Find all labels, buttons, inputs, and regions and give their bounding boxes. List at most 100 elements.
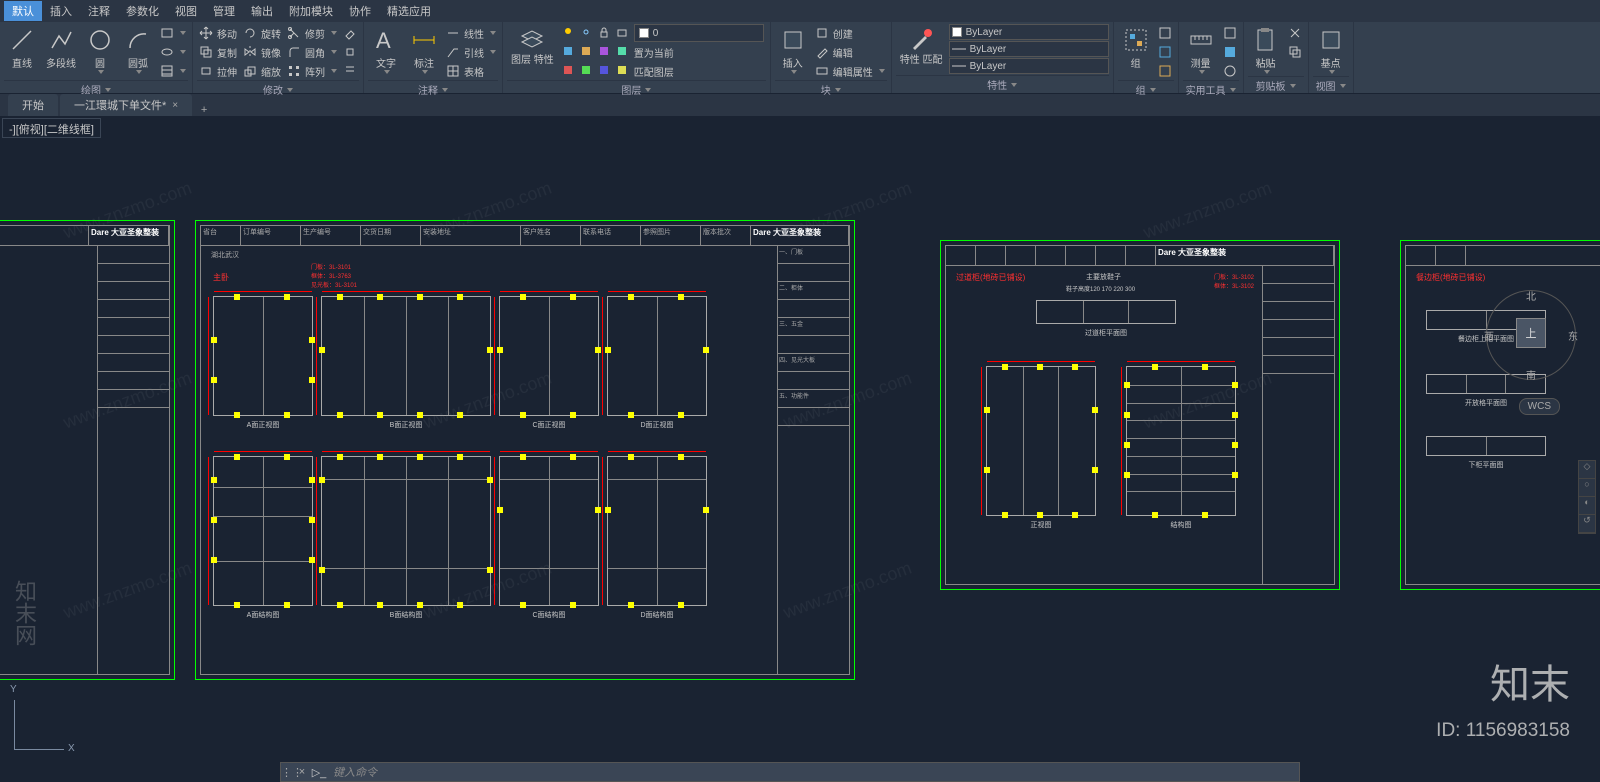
tool-fillet[interactable]: 圆角 [285,43,339,61]
tool-trim[interactable]: 修剪 [285,24,339,42]
layer-t2-icon[interactable] [580,45,594,59]
tool-arc[interactable]: 圆弧 [120,24,156,76]
menu-view[interactable]: 视图 [167,1,205,21]
layer-tools-row: 置为当前 [560,43,766,61]
menu-annotate[interactable]: 注释 [80,1,118,21]
lock-icon[interactable] [598,26,612,40]
tool-array[interactable]: 阵列 [285,62,339,80]
bulb-icon[interactable] [562,26,576,40]
edit-icon [815,45,829,59]
drawing-canvas[interactable]: Dare 大亚圣象整装 省台 订单编号 生产编号 交货日期 安装地址 客户姓名 … [0,140,1600,760]
tool-dim[interactable]: 标注 [406,24,442,76]
tool-table[interactable]: 表格 [444,62,498,80]
layer-match-row: 匹配图层 [560,62,766,80]
group-t3[interactable] [1156,62,1174,80]
linear-icon [446,26,460,40]
sun-icon[interactable] [580,26,594,40]
tool-paste[interactable]: 粘贴 [1248,24,1284,76]
lineweight-dropdown[interactable]: ByLayer [949,41,1109,57]
tool-edit-block[interactable]: 编辑 [813,43,887,61]
menu-manage[interactable]: 管理 [205,1,243,21]
tool-linear[interactable]: 线性 [444,24,498,42]
tool-rect[interactable] [158,24,188,42]
tool-insert-block[interactable]: 插入 [775,24,811,76]
menu-output[interactable]: 输出 [243,1,281,21]
tool-layer-props[interactable]: 图层 特性 [507,24,558,68]
layer-m4-icon[interactable] [616,64,630,78]
tool-hatch[interactable] [158,62,188,80]
util-t2[interactable] [1221,43,1239,61]
tool-scale[interactable]: 缩放 [241,62,283,80]
view-cube[interactable]: 上 北 南 东 西 [1486,290,1576,380]
command-input[interactable]: 键入命令 [329,764,1299,780]
tool-copy[interactable]: 复制 [197,43,239,61]
wcs-button[interactable]: WCS [1519,398,1560,415]
group-t2[interactable] [1156,43,1174,61]
close-icon[interactable]: × [172,100,178,111]
menu-featured[interactable]: 精选应用 [379,1,439,21]
color-dropdown[interactable]: ByLayer [949,24,1109,40]
util-t1[interactable] [1221,24,1239,42]
clip-cut[interactable] [1286,24,1304,42]
tool-polyline[interactable]: 多段线 [42,24,80,72]
tool-line[interactable]: 直线 [4,24,40,72]
tool-offset[interactable] [341,62,359,80]
match-layer[interactable]: 匹配图层 [634,64,674,79]
tab-doc[interactable]: 一江環城下单文件*× [60,94,192,116]
tool-move[interactable]: 移动 [197,24,239,42]
layer-t4-icon[interactable] [616,45,630,59]
grip-icon[interactable]: ⋮⋮ [281,766,295,779]
close-cmd-icon[interactable]: × [295,766,309,778]
nav-zoom[interactable]: ○ [1579,479,1595,497]
util-t3[interactable] [1221,62,1239,80]
ribbon: 直线 多段线 圆 圆弧 绘图 移动 [0,22,1600,94]
menu-insert[interactable]: 插入 [42,1,80,21]
layers-icon [518,26,546,54]
menu-parametric[interactable]: 参数化 [118,1,167,21]
cabinet-c-struct [499,456,599,606]
make-current[interactable]: 置为当前 [634,45,674,60]
g3-icon [1158,64,1172,78]
nav-pan[interactable]: ◇ [1579,461,1595,479]
tool-rotate[interactable]: 旋转 [241,24,283,42]
viewport-label[interactable]: -][俯视][二维线框] [2,118,101,138]
menu-collab[interactable]: 协作 [341,1,379,21]
tool-leader[interactable]: 引线 [444,43,498,61]
plot-icon[interactable] [616,26,630,40]
tool-explode[interactable] [341,43,359,61]
g1-icon [1158,26,1172,40]
fillet-icon [287,45,301,59]
layer-dropdown[interactable]: 0 [634,24,764,42]
command-line[interactable]: ⋮⋮ × ▷_ 键入命令 [280,762,1300,782]
tool-create-block[interactable]: 创建 [813,24,887,42]
tool-match-props[interactable]: 特性 匹配 [896,24,947,68]
tool-measure[interactable]: 测量 [1183,24,1219,76]
layer-m3-icon[interactable] [598,64,612,78]
menu-addons[interactable]: 附加模块 [281,1,341,21]
nav-orbit[interactable]: ◐ [1579,497,1595,515]
menu-default[interactable]: 默认 [4,1,42,21]
clip-copy[interactable] [1286,43,1304,61]
panel-annotate: A 文字 标注 线性 引线 表格 注释 [364,22,503,93]
panel-draw: 直线 多段线 圆 圆弧 绘图 [0,22,193,93]
group-t1[interactable] [1156,24,1174,42]
paste-icon [1252,26,1280,54]
tool-stretch[interactable]: 拉伸 [197,62,239,80]
tab-start[interactable]: 开始 [8,94,58,116]
layer-m2-icon[interactable] [580,64,594,78]
linetype-dropdown[interactable]: ByLayer [949,58,1109,74]
tool-circle[interactable]: 圆 [82,24,118,76]
tool-edit-attr[interactable]: 编辑属性 [813,62,887,80]
tool-ellipse[interactable] [158,43,188,61]
tab-add[interactable]: + [194,104,214,116]
layer-t1-icon[interactable] [562,45,576,59]
layer-t3-icon[interactable] [598,45,612,59]
tool-mirror[interactable]: 镜像 [241,43,283,61]
nav-rewind[interactable]: ↺ [1579,515,1595,533]
tool-text[interactable]: A 文字 [368,24,404,76]
tool-erase[interactable] [341,24,359,42]
layer-m1-icon[interactable] [562,64,576,78]
tool-group[interactable]: 组 [1118,24,1154,72]
tool-base[interactable]: 基点 [1313,24,1349,76]
cabinet-c-front [499,296,599,416]
